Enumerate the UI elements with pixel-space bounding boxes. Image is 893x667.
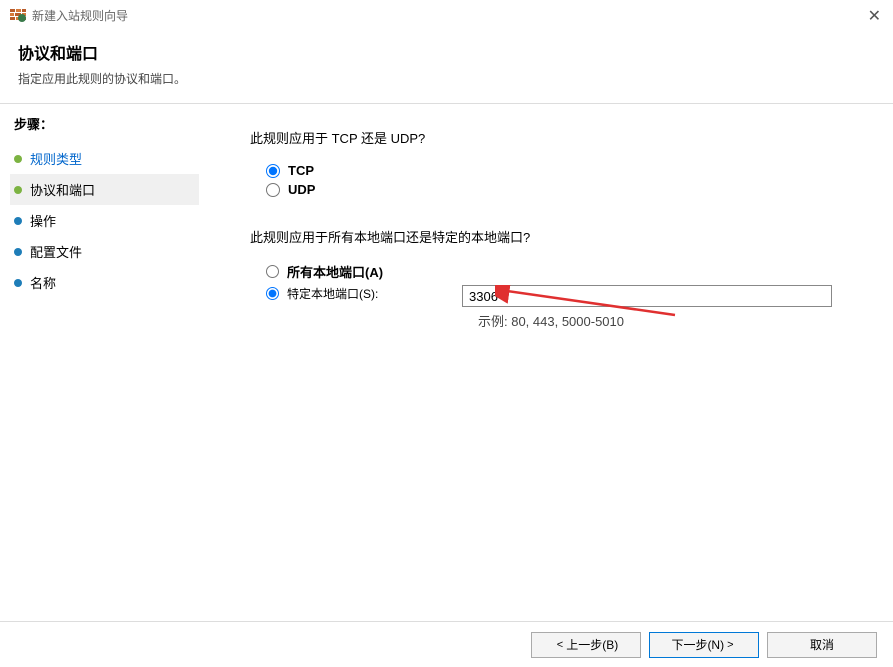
udp-label[interactable]: UDP xyxy=(288,182,315,197)
main-panel: 此规则应用于 TCP 还是 UDP? TCP UDP 此规则应用于所有本地端口还… xyxy=(210,104,893,659)
sidebar-item-label: 操作 xyxy=(30,211,56,230)
sidebar-item-label: 名称 xyxy=(30,273,56,292)
chevron-left-icon: < xyxy=(557,639,563,651)
next-button[interactable]: 下一步(N) > xyxy=(649,632,759,658)
port-input[interactable] xyxy=(462,285,832,307)
port-question: 此规则应用于所有本地端口还是特定的本地端口? xyxy=(250,227,853,246)
all-ports-row[interactable]: 所有本地端口(A) xyxy=(266,262,853,281)
sidebar-item-0[interactable]: 规则类型 xyxy=(10,143,199,174)
back-label: 上一步(B) xyxy=(566,636,618,653)
bullet-icon xyxy=(14,155,22,163)
window-title: 新建入站规则向导 xyxy=(32,7,128,24)
sidebar-item-4[interactable]: 名称 xyxy=(10,267,199,298)
bullet-icon xyxy=(14,248,22,256)
sidebar-item-3[interactable]: 配置文件 xyxy=(10,236,199,267)
bullet-icon xyxy=(14,279,22,287)
page-subtitle: 指定应用此规则的协议和端口。 xyxy=(18,70,875,87)
content: 步骤： 规则类型协议和端口操作配置文件名称 此规则应用于 TCP 还是 UDP?… xyxy=(0,104,893,659)
bullet-icon xyxy=(14,186,22,194)
specific-ports-radio[interactable] xyxy=(266,287,279,300)
udp-radio[interactable] xyxy=(266,183,280,197)
port-group: 所有本地端口(A) 特定本地端口(S): 示例: 80, 443, 5000-5… xyxy=(266,262,853,330)
protocol-udp-row[interactable]: UDP xyxy=(266,182,853,197)
specific-ports-row: 特定本地端口(S): xyxy=(266,285,853,307)
sidebar: 步骤： 规则类型协议和端口操作配置文件名称 xyxy=(0,104,210,659)
next-label: 下一步(N) xyxy=(671,636,724,653)
sidebar-item-label: 规则类型 xyxy=(30,149,82,168)
titlebar: 新建入站规则向导 ✕ xyxy=(0,0,893,30)
sidebar-item-1[interactable]: 协议和端口 xyxy=(10,174,199,205)
all-ports-radio[interactable] xyxy=(266,265,279,278)
firewall-icon xyxy=(10,7,26,23)
sidebar-item-label: 配置文件 xyxy=(30,242,82,261)
close-button[interactable]: ✕ xyxy=(868,6,881,26)
back-button[interactable]: < 上一步(B) xyxy=(531,632,641,658)
tcp-radio[interactable] xyxy=(266,164,280,178)
protocol-tcp-row[interactable]: TCP xyxy=(266,163,853,178)
sidebar-item-2[interactable]: 操作 xyxy=(10,205,199,236)
footer: < 上一步(B) 下一步(N) > 取消 xyxy=(0,621,893,667)
header: 协议和端口 指定应用此规则的协议和端口。 xyxy=(0,30,893,103)
bullet-icon xyxy=(14,217,22,225)
chevron-right-icon: > xyxy=(727,639,733,651)
specific-ports-label[interactable]: 特定本地端口(S): xyxy=(287,285,378,302)
all-ports-label[interactable]: 所有本地端口(A) xyxy=(287,262,383,281)
sidebar-item-label: 协议和端口 xyxy=(30,180,95,199)
protocol-question: 此规则应用于 TCP 还是 UDP? xyxy=(250,128,853,147)
page-title: 协议和端口 xyxy=(18,40,875,64)
steps-heading: 步骤： xyxy=(10,114,199,133)
tcp-label[interactable]: TCP xyxy=(288,163,314,178)
cancel-label: 取消 xyxy=(810,636,834,653)
cancel-button[interactable]: 取消 xyxy=(767,632,877,658)
port-example: 示例: 80, 443, 5000-5010 xyxy=(478,311,853,330)
protocol-group: TCP UDP xyxy=(266,163,853,197)
